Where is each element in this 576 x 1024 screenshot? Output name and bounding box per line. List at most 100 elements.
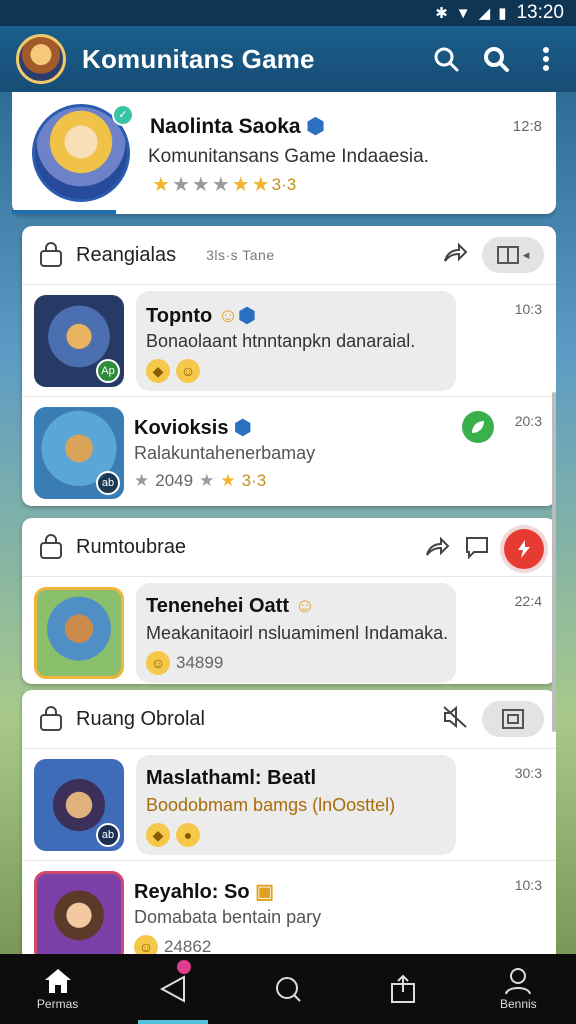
leaf-icon[interactable]	[462, 411, 494, 443]
section-header: Rumtoubrae	[22, 518, 556, 576]
section-ruang-obrolal: Ruang Obrolal ab Maslathaml: Beatl Boodo…	[22, 690, 556, 954]
search-filled-icon[interactable]	[482, 45, 510, 73]
star-icon: ★	[152, 174, 170, 196]
shield-icon: ⬢	[234, 417, 252, 439]
layout-toggle-button[interactable]: ◂	[482, 237, 544, 273]
nav-share[interactable]	[353, 954, 453, 1024]
scrollbar[interactable]	[552, 392, 556, 732]
section-title: Rumtoubrae	[76, 535, 187, 558]
box-icon: ▣	[255, 881, 275, 903]
status-time: 13:20	[516, 2, 564, 23]
row-meta-count: 24862	[164, 937, 212, 954]
list-item[interactable]: Tenenehei Oatt ☺ Meakanitaoirl nsluamime…	[22, 576, 556, 688]
shield-icon: ⬢	[306, 115, 325, 138]
row-reactions: ◆ ☺	[146, 359, 200, 383]
active-indicator	[12, 210, 116, 214]
row-time: 20:3	[514, 413, 542, 429]
nav-profile[interactable]: Bennis	[468, 954, 568, 1024]
row-reactions: ☺ 24862	[134, 935, 211, 954]
nav-home[interactable]: Permas	[8, 954, 108, 1024]
row-name: Kovioksis ⬢	[134, 417, 252, 439]
status-icons: ✱ ▼ ◢ ▮	[435, 4, 507, 23]
signal-icon: ◢	[478, 5, 491, 22]
game-thumbnail	[34, 587, 124, 679]
smile-emoji-icon: ☺	[146, 651, 170, 675]
shield-icon: ⬢	[238, 305, 256, 327]
content-area[interactable]: ✓ Naolinta Saoka ⬢ Komunitansans Game In…	[12, 92, 556, 954]
row-time: 22:4	[514, 593, 542, 609]
lock-icon	[40, 534, 62, 559]
bluetooth-icon: ✱	[435, 5, 448, 22]
star-icon: ★	[191, 174, 210, 196]
profile-name: Naolinta Saoka ⬢	[150, 115, 325, 138]
list-item[interactable]: Ap Topnto ☺⬢ Bonaolaant htnntanpkn danar…	[22, 284, 556, 396]
row-rating: ★ 2049 ★ ★ 3·3	[134, 471, 266, 491]
profile-card[interactable]: ✓ Naolinta Saoka ⬢ Komunitansans Game In…	[12, 92, 556, 214]
nav-label: Bennis	[499, 997, 537, 1011]
game-badge: Ap	[96, 359, 120, 383]
star-icon: ★	[199, 471, 215, 490]
rating-value: 3·3	[271, 174, 297, 194]
list-item[interactable]: ab Kovioksis ⬢ Ralakuntahenerbamay ★ 204…	[22, 396, 556, 508]
row-reactions: ◆ ●	[146, 823, 200, 847]
verified-badge-icon: ✓	[112, 104, 134, 126]
row-name: Tenenehei Oatt ☺	[146, 595, 315, 617]
game-badge: ab	[96, 823, 120, 847]
section-title: Ruang Obrolal	[76, 707, 205, 730]
more-vert-icon[interactable]	[532, 45, 560, 73]
nav-search[interactable]	[238, 954, 338, 1024]
section-title: Reangialas	[76, 243, 177, 266]
star-icon: ★	[231, 174, 250, 196]
list-item[interactable]: Reyahlo: So ▣ Domabata bentain pary ☺ 24…	[22, 860, 556, 954]
app-bar: Komunitans Game	[0, 26, 576, 92]
send-icon	[159, 975, 185, 1003]
row-name: Maslathaml: Beatl	[146, 767, 317, 789]
row-text: Meakanitaoirl nsluamimenl Indamaka.	[146, 623, 449, 643]
home-icon	[44, 969, 71, 993]
section-count: 3ls·s Tane	[206, 247, 275, 263]
star-icon: ★	[171, 174, 190, 196]
search-icon[interactable]	[432, 45, 460, 73]
status-bar: ✱ ▼ ◢ ▮ 13:20	[0, 0, 576, 26]
section-header: Reangialas 3ls·s Tane ◂	[22, 226, 556, 284]
share-arrow-icon[interactable]	[442, 241, 468, 270]
section-rumtoubrae: Rumtoubrae Tenenehei Oatt ☺ Meakanitaoir…	[22, 518, 556, 684]
profile-icon	[505, 968, 532, 995]
app-title: Komunitans Game	[82, 43, 315, 74]
row-text: Ralakuntahenerbamay	[134, 443, 316, 463]
row-time: 10:3	[514, 301, 542, 317]
row-time: 30:3	[514, 765, 542, 781]
section-header: Ruang Obrolal	[22, 690, 556, 748]
lock-icon	[40, 706, 62, 731]
smile-emoji-icon: ☺	[176, 359, 200, 383]
nav-label: Permas	[36, 997, 79, 1011]
lock-icon	[40, 242, 62, 267]
game-thumbnail: ab	[34, 407, 124, 499]
row-reactions: ☺ 34899	[146, 651, 223, 675]
rating-value: 3·3	[241, 471, 267, 490]
app-avatar[interactable]	[16, 34, 66, 84]
bottom-nav: Permas Bennis	[0, 954, 576, 1024]
mute-icon[interactable]	[442, 705, 468, 734]
row-text: Domabata bentain pary	[134, 907, 322, 927]
row-text: Boodobmam bamgs (lnOosttel)	[146, 795, 396, 815]
grid-toggle-button[interactable]	[482, 701, 544, 737]
list-item[interactable]: ab Maslathaml: Beatl Boodobmam bamgs (ln…	[22, 748, 556, 860]
share-arrow-icon[interactable]	[424, 535, 450, 564]
row-meta-count: 2049	[155, 471, 194, 490]
emoji-icon: ☺	[294, 595, 315, 617]
nav-active-indicator	[137, 1020, 208, 1024]
battery-icon: ▮	[498, 5, 507, 22]
diamond-emoji-icon: ◆	[146, 359, 170, 383]
row-text: Bonaolaant htnntanpkn danaraial.	[146, 331, 416, 351]
star-icon: ★	[211, 174, 230, 196]
game-thumbnail: Ap	[34, 295, 124, 387]
section-reangialas: Reangialas 3ls·s Tane ◂ Ap Topnto ☺⬢ Bon…	[22, 226, 556, 506]
smile-emoji-icon: ☺	[134, 935, 158, 954]
notification-badge	[176, 960, 191, 974]
nav-send[interactable]	[123, 954, 223, 1024]
diamond-emoji-icon: ◆	[146, 823, 170, 847]
coin-emoji-icon: ●	[176, 823, 200, 847]
flash-action-button[interactable]	[504, 529, 544, 569]
chat-bubble-icon[interactable]	[464, 535, 490, 564]
